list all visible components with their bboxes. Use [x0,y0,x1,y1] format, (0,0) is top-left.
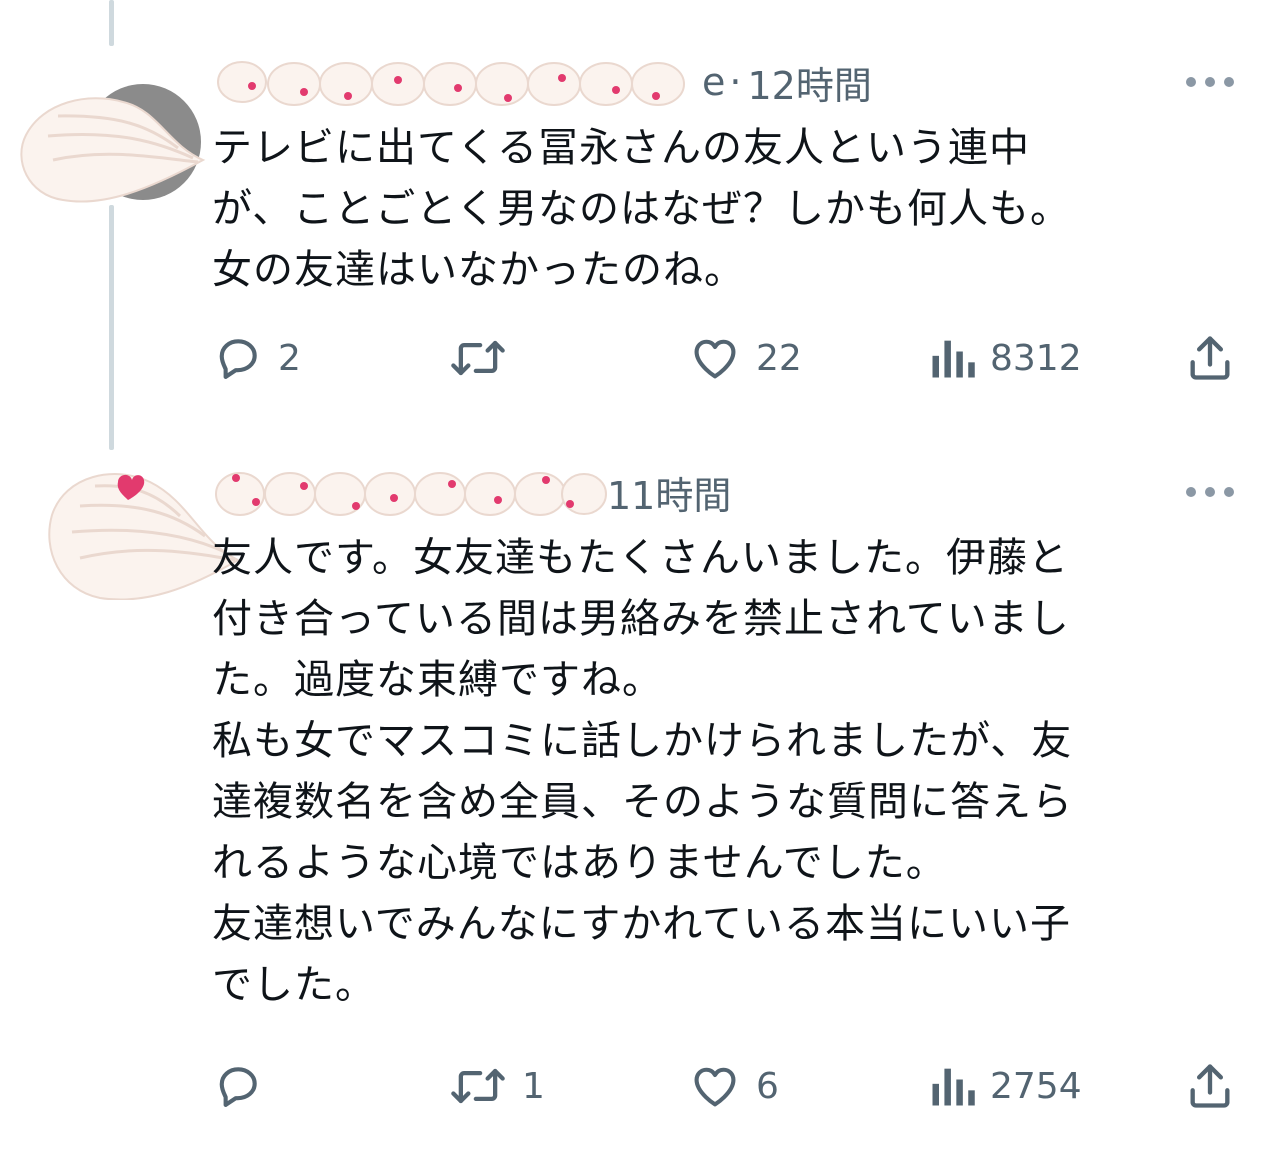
display-name[interactable] [212,464,607,520]
views-button[interactable]: 8312 [928,328,1082,388]
tweet-header: 11時間 [212,464,731,520]
tweet-actions: 1 6 2754 [212,1056,1252,1116]
separator-dot: · [729,60,742,104]
retweet-count: 1 [522,1065,545,1107]
like-count: 6 [756,1065,779,1107]
share-button[interactable] [1184,328,1236,388]
tweet-actions: 2 22 8312 [212,328,1252,388]
reply-icon [219,1067,257,1107]
like-button[interactable]: 6 [688,1056,779,1116]
tweet[interactable]: 11時間 友人です。女友達もたくさんいました。伊藤と 付き合っている間は男絡みを… [0,440,1280,1150]
reply-button[interactable]: 2 [212,328,301,388]
views-icon [932,1068,975,1106]
cream-sticker-name-mask [215,472,607,516]
share-icon [1190,336,1230,380]
avatar[interactable] [40,440,240,600]
reply-button[interactable] [212,1056,278,1116]
more-icon[interactable] [1186,482,1234,502]
heart-icon [694,339,736,379]
heart-icon [694,1067,736,1107]
cream-sticker-avatar [20,84,206,203]
display-name[interactable] [212,54,702,110]
cream-sticker-avatar [48,473,240,600]
tweet-text: 友人です。女友達もたくさんいました。伊藤と 付き合っている間は男絡みを禁止されて… [212,535,1073,1008]
retweet-button[interactable] [448,328,522,388]
reply-icon [219,339,257,379]
cream-sticker-name-mask [217,61,685,106]
timestamp[interactable]: 12時間 [747,55,871,110]
avatar[interactable] [8,50,208,210]
share-icon [1190,1064,1230,1108]
retweet-icon [451,1068,505,1104]
tweet-text: テレビに出てくる冨永さんの友人という連中 が、ことごとく男なのはなぜ？しかも何人… [212,125,1071,293]
timestamp[interactable]: 11時間 [607,465,731,520]
view-count: 2754 [990,1065,1082,1107]
like-count: 22 [756,337,802,379]
view-count: 8312 [990,337,1082,379]
display-name-fragment: e [702,60,726,104]
views-icon [932,340,975,378]
retweet-icon [451,340,505,376]
tweet[interactable]: e · 12時間 テレビに出てくる冨永さんの友人という連中 が、ことごとく男なの… [0,0,1280,410]
like-button[interactable]: 22 [688,328,802,388]
more-icon[interactable] [1186,72,1234,92]
views-button[interactable]: 2754 [928,1056,1082,1116]
tweet-header: e · 12時間 [212,54,872,110]
reply-count: 2 [278,337,301,379]
share-button[interactable] [1184,1056,1236,1116]
retweet-button[interactable]: 1 [448,1056,545,1116]
